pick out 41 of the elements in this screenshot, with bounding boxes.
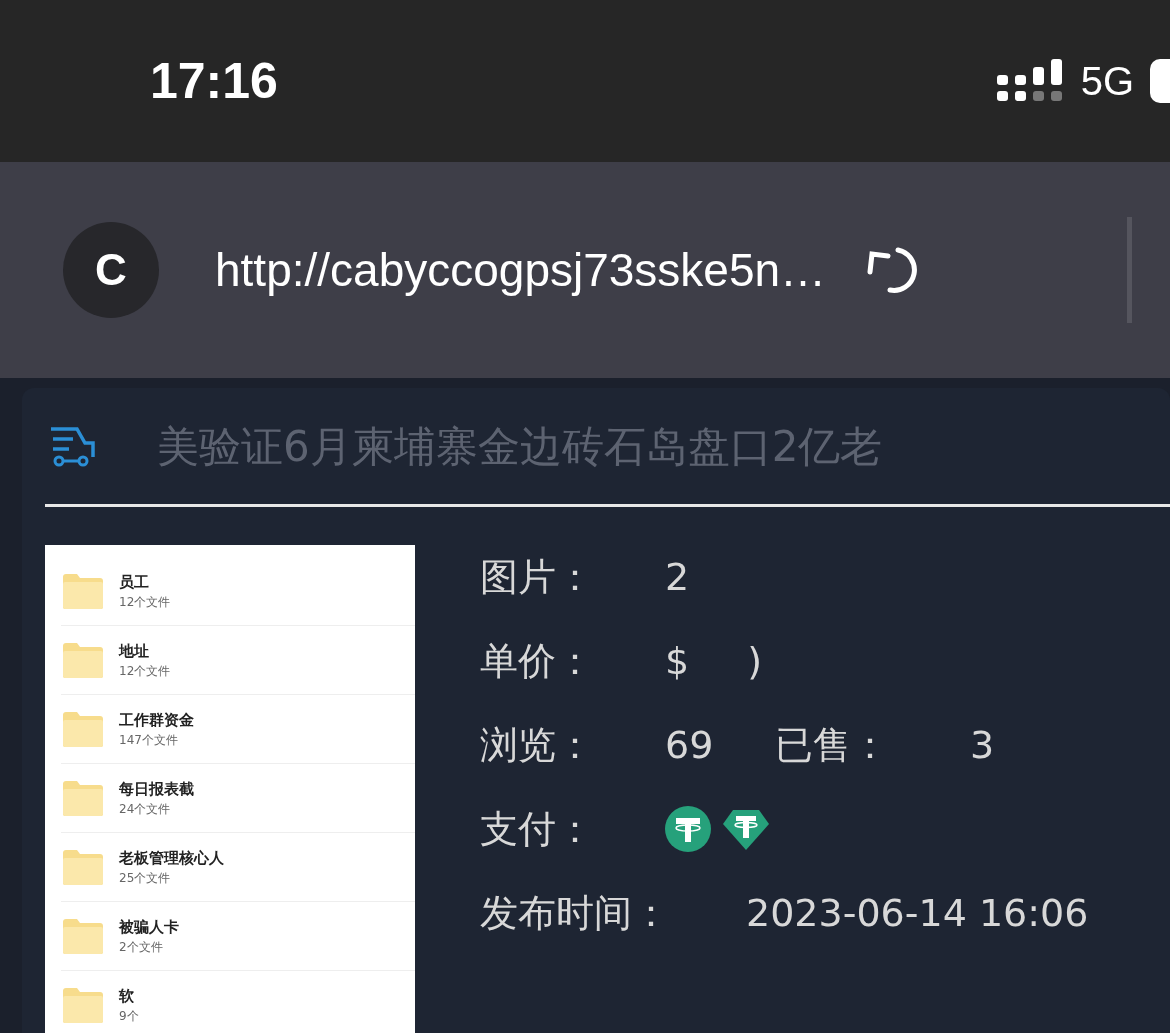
detail-value: ) xyxy=(747,637,762,685)
folder-icon xyxy=(61,571,105,611)
folder-icon xyxy=(61,847,105,887)
listing-title: 美验证6月柬埔寨金边砖石岛盘口2亿老 xyxy=(157,420,883,473)
signal-icon xyxy=(996,59,1065,103)
url-text[interactable]: http://cabyccogpsj73sske5n… xyxy=(215,235,827,305)
file-count: 2个文件 xyxy=(119,939,164,957)
currency-sign: $ xyxy=(665,637,690,685)
coin-icon xyxy=(665,806,711,852)
detail-label: 单价： xyxy=(480,637,595,685)
folder-icon xyxy=(61,640,105,680)
folder-icon xyxy=(61,985,105,1025)
folder-icon xyxy=(61,916,105,956)
detail-label: 发布时间： xyxy=(480,889,665,937)
detail-label: 已售： xyxy=(775,721,890,769)
folder-icon xyxy=(61,709,105,749)
file-count: 12个文件 xyxy=(119,594,171,612)
folder-name: 软 xyxy=(119,985,135,1007)
folder-icon xyxy=(61,778,105,818)
file-count: 147个文件 xyxy=(119,732,179,750)
folder-name: 地址 xyxy=(119,640,150,662)
detail-label: 图片： xyxy=(480,553,595,601)
detail-value: 3 xyxy=(970,721,995,769)
folder-name: 老板管理核心人 xyxy=(119,847,224,869)
clock: 17:16 xyxy=(150,51,278,111)
folder-name: 工作群资金 xyxy=(119,709,194,731)
folder-name: 每日报表截 xyxy=(119,778,194,800)
network-type: 5G xyxy=(1080,58,1134,105)
folder-name: 被骗人卡 xyxy=(119,916,179,938)
battery-icon xyxy=(1150,59,1170,103)
site-avatar: C xyxy=(63,222,159,318)
detail-label: 支付： xyxy=(480,805,595,853)
file-count: 24个文件 xyxy=(119,801,172,819)
folder-name: 员工 xyxy=(119,571,150,593)
file-count: 9个 xyxy=(119,1008,139,1026)
detail-value: 2 xyxy=(665,553,690,601)
detail-label: 浏览： xyxy=(480,721,595,769)
detail-value: 69 xyxy=(665,721,715,769)
file-count: 25个文件 xyxy=(119,870,172,888)
file-count: 12个文件 xyxy=(119,663,171,681)
detail-value: 2023-06-14 16:06 xyxy=(745,889,1089,937)
